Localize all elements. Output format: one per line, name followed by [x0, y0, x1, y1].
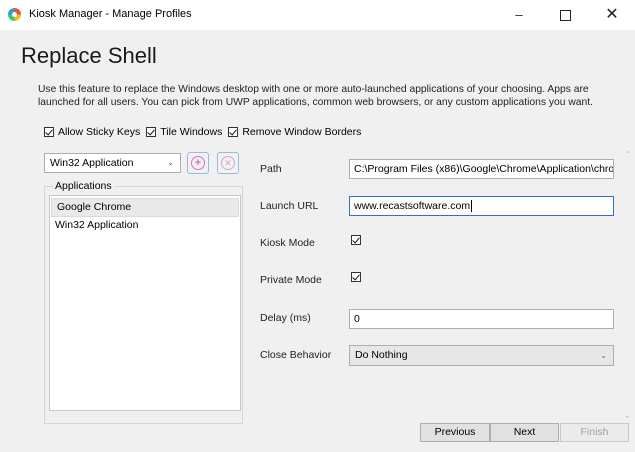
- applications-group-label: Applications: [53, 180, 114, 192]
- add-application-button[interactable]: +: [187, 152, 209, 174]
- minimize-button[interactable]: –: [496, 0, 542, 30]
- kiosk-mode-checkbox[interactable]: [351, 235, 361, 245]
- form-scrollbar[interactable]: ⌃ ⌄: [624, 150, 632, 420]
- close-behavior-label: Close Behavior: [260, 349, 332, 361]
- checkmark-icon[interactable]: [228, 127, 239, 137]
- add-icon: +: [191, 156, 205, 170]
- scroll-down-icon[interactable]: ⌄: [624, 411, 631, 420]
- private-mode-checkbox[interactable]: [351, 272, 361, 282]
- launch-url-label: Launch URL: [260, 200, 319, 212]
- page-title: Replace Shell: [21, 43, 157, 68]
- kiosk-mode-label: Kiosk Mode: [260, 237, 315, 249]
- window-title: Kiosk Manager - Manage Profiles: [29, 8, 192, 20]
- allow-sticky-keys-label: Allow Sticky Keys: [58, 126, 141, 138]
- close-behavior-select[interactable]: Do Nothing ⌄: [349, 345, 614, 366]
- private-mode-label: Private Mode: [260, 274, 322, 286]
- options-row: Allow Sticky Keys Tile Windows Remove Wi…: [44, 125, 367, 139]
- allow-sticky-keys-option[interactable]: Allow Sticky Keys: [44, 126, 140, 138]
- app-icon: [8, 8, 21, 21]
- checkmark-icon[interactable]: [44, 127, 54, 137]
- page-description: Use this feature to replace the Windows …: [38, 84, 593, 108]
- remove-window-borders-label: Remove Window Borders: [242, 126, 362, 138]
- tile-windows-option[interactable]: Tile Windows: [146, 126, 222, 138]
- close-button[interactable]: ✕: [589, 0, 635, 30]
- close-behavior-value: Do Nothing: [355, 349, 408, 361]
- previous-button[interactable]: Previous: [420, 423, 490, 442]
- title-bar: Kiosk Manager - Manage Profiles – ✕: [0, 0, 635, 30]
- applications-list[interactable]: Google Chrome Win32 Application: [49, 195, 241, 411]
- chevron-down-icon: ⌄: [167, 158, 174, 167]
- application-type-select[interactable]: Win32 Application ⌄: [44, 153, 181, 173]
- delay-field[interactable]: 0: [349, 309, 614, 329]
- finish-button[interactable]: Finish: [560, 423, 629, 442]
- path-field[interactable]: C:\Program Files (x86)\Google\Chrome\App…: [349, 159, 614, 179]
- next-button[interactable]: Next: [490, 423, 559, 442]
- scroll-up-icon[interactable]: ⌃: [624, 150, 631, 159]
- list-item-google-chrome[interactable]: Google Chrome: [51, 198, 239, 217]
- remove-application-button[interactable]: ✕: [217, 152, 239, 174]
- remove-window-borders-option[interactable]: Remove Window Borders: [228, 126, 361, 138]
- maximize-button[interactable]: [542, 0, 588, 30]
- checkmark-icon[interactable]: [146, 127, 157, 137]
- remove-icon: ✕: [221, 156, 235, 170]
- path-label: Path: [260, 163, 282, 175]
- application-type-value: Win32 Application: [50, 157, 134, 169]
- launch-url-field[interactable]: www.recastsoftware.com: [349, 196, 614, 216]
- tile-windows-label: Tile Windows: [160, 126, 223, 138]
- maximize-icon: [559, 10, 571, 22]
- chevron-down-icon: ⌄: [600, 351, 607, 360]
- list-item-win32-application[interactable]: Win32 Application: [50, 217, 240, 234]
- delay-label: Delay (ms): [260, 312, 311, 324]
